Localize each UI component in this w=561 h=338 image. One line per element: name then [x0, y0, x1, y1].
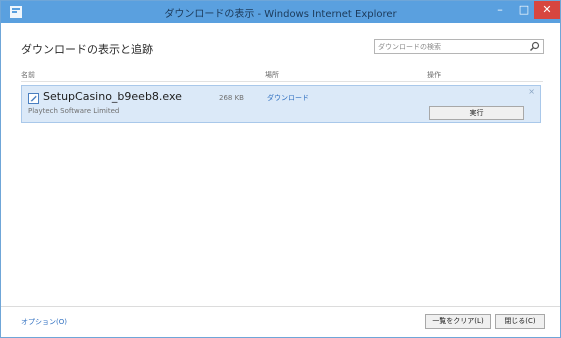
maximize-button[interactable]: □ — [513, 1, 535, 19]
download-row[interactable]: SetupCasino_b9eeb8.exe Playtech Software… — [21, 85, 541, 123]
executable-file-icon — [28, 93, 39, 104]
search-input[interactable] — [378, 40, 518, 53]
download-file-name: SetupCasino_b9eeb8.exe — [43, 90, 182, 103]
column-header-actions: 操作 — [427, 71, 441, 79]
dismiss-download-icon[interactable]: × — [528, 88, 535, 96]
search-icon[interactable] — [529, 41, 540, 52]
run-button[interactable]: 実行 — [429, 106, 524, 120]
column-header-location[interactable]: 場所 — [265, 70, 279, 80]
close-button[interactable]: 閉じる(C) — [495, 314, 545, 329]
clear-list-button[interactable]: 一覧をクリア(L) — [425, 314, 491, 329]
close-window-button[interactable]: ✕ — [534, 1, 560, 19]
download-file-size: 268 KB — [219, 94, 244, 102]
page-title: ダウンロードの表示と追跡 — [21, 43, 153, 56]
column-header-name[interactable]: 名前 — [21, 70, 35, 80]
download-publisher: Playtech Software Limited — [28, 107, 120, 115]
download-location-link[interactable]: ダウンロード — [267, 93, 309, 103]
footer-divider — [1, 306, 560, 307]
options-link[interactable]: オプション(O) — [21, 317, 67, 327]
window-title: ダウンロードの表示 - Windows Internet Explorer — [164, 9, 397, 20]
header-divider — [21, 81, 543, 82]
search-box[interactable] — [374, 39, 544, 54]
download-manager-window: ダウンロードの表示 - Windows Internet Explorer – … — [0, 0, 561, 338]
title-bar[interactable]: ダウンロードの表示 - Windows Internet Explorer – … — [1, 1, 560, 23]
minimize-button[interactable]: – — [487, 1, 513, 19]
